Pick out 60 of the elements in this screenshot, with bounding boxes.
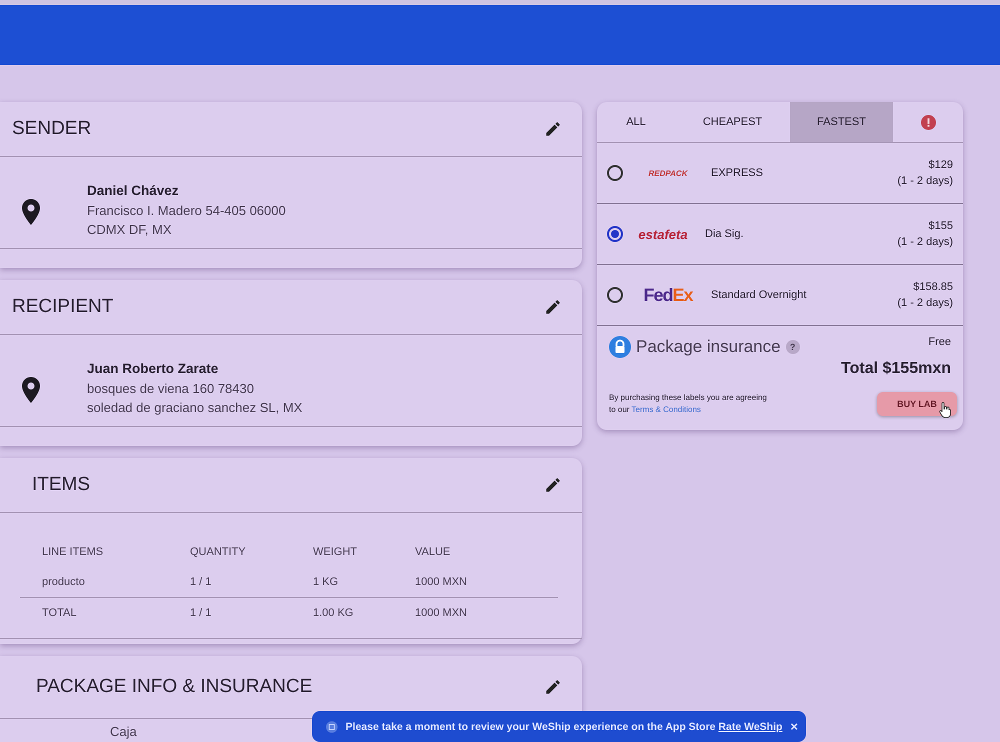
hand-cursor-icon <box>939 402 951 418</box>
service-name: Standard Overnight <box>711 289 808 301</box>
package-type: Caja <box>110 724 137 739</box>
contact-name: Daniel Chávez <box>87 182 180 198</box>
service-name: Dia Sig. <box>705 228 745 240</box>
column-header: QUANTITY <box>190 546 247 558</box>
column-header: WEIGHT <box>313 546 358 558</box>
filter-tab[interactable]: ALL <box>597 102 675 142</box>
delivery-days: (1 - 2 days) <box>897 297 953 309</box>
price: $155 <box>928 220 953 232</box>
carrier-logo: REDPACK <box>648 168 689 178</box>
address-line: CDMX DF, MX <box>87 222 172 236</box>
contact-name: Juan Roberto Zarate <box>87 360 220 376</box>
lock-icon <box>609 336 631 358</box>
snackbar-message: Please take a moment to review your WeShip experience on the App Store Rate WeShip <box>346 720 782 732</box>
price: $129 <box>928 159 953 171</box>
address-line: bosques de viena 160 78430 <box>87 380 255 396</box>
card-title: SENDER <box>12 118 92 140</box>
rate-link[interactable]: Rate WeShip <box>718 720 782 732</box>
filter-tab[interactable]: CHEAPEST <box>675 102 790 142</box>
card-title: PACKAGE INFO & INSURANCE <box>36 676 312 698</box>
close-button[interactable]: × <box>790 719 798 734</box>
carrier-logo: estafeta <box>637 226 689 242</box>
radio-button[interactable] <box>607 165 623 181</box>
card-title: RECIPIENT <box>12 296 114 318</box>
table-cell-text: 1 / 1 <box>190 607 212 619</box>
service-name: EXPRESS <box>711 167 764 179</box>
location-pin-icon <box>22 198 40 224</box>
table-cell-text: 1 / 1 <box>190 576 212 588</box>
edit-icon[interactable] <box>544 120 562 138</box>
card-title: ITEMS <box>32 474 90 496</box>
table-cell-text: TOTAL <box>42 607 78 619</box>
location-pin-icon <box>22 376 40 402</box>
help-badge[interactable]: ? <box>786 340 800 354</box>
column-header: VALUE <box>415 546 452 558</box>
table-cell-text: producto <box>42 576 86 588</box>
terms-text: By purchasing these labels you are agreeing to our Terms & Conditions <box>609 392 768 416</box>
radio-button[interactable] <box>607 226 623 242</box>
delivery-days: (1 - 2 days) <box>897 236 953 248</box>
table-cell-text: 1 KG <box>313 576 340 588</box>
terms-link[interactable]: Terms & Conditions <box>632 405 701 414</box>
address-line: Francisco I. Madero 54-405 06000 <box>87 202 286 218</box>
table-cell-text: 1.00 KG <box>313 607 354 619</box>
table-cell-text: 1000 MXN <box>415 607 468 619</box>
edit-icon[interactable] <box>544 298 562 316</box>
column-header: LINE ITEMS <box>42 546 104 558</box>
total-price: Total $155mxn <box>840 360 951 378</box>
table-cell-text: 1000 MXN <box>415 576 468 588</box>
price: $158.85 <box>913 281 953 293</box>
insurance-price: Free <box>928 336 951 348</box>
alert-icon[interactable] <box>920 114 936 130</box>
edit-icon[interactable] <box>544 476 562 494</box>
insurance-label: Package insurance <box>636 337 781 357</box>
address-line: soledad de graciano sanchez SL, MX <box>87 400 302 414</box>
radio-button[interactable] <box>607 287 623 303</box>
edit-icon[interactable] <box>544 678 562 696</box>
filter-tab[interactable]: FASTEST <box>790 102 893 142</box>
buy-label-button[interactable]: BUY LAB <box>877 392 957 416</box>
delivery-days: (1 - 2 days) <box>897 175 953 187</box>
app-icon <box>326 718 338 734</box>
